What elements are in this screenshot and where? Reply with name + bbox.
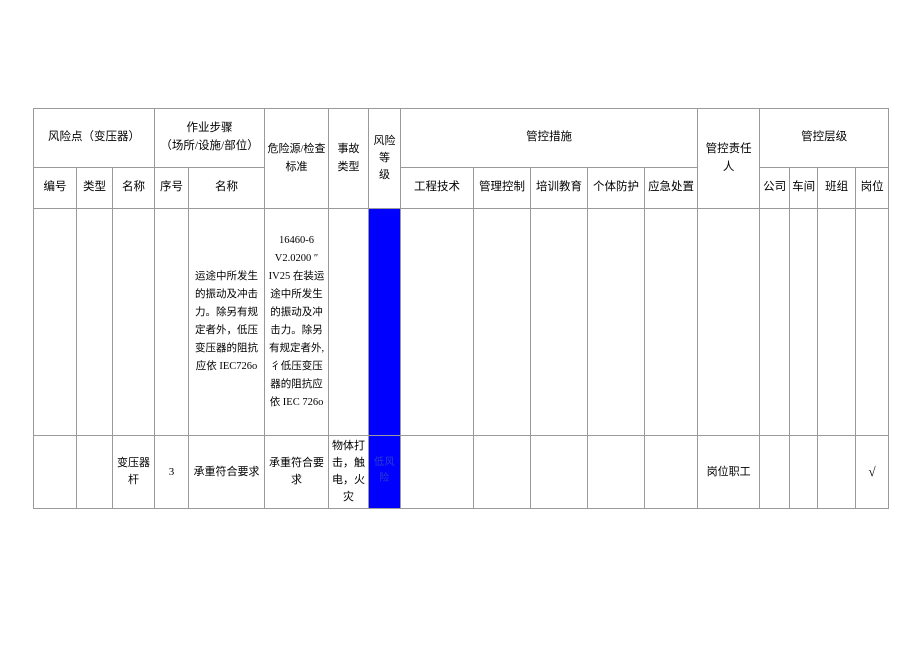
table-row[interactable]: 变压器杆 3 承重符合要求 承重符合要求 物体打击，触电，火灾 低风险 岗位职工… xyxy=(33,434,890,510)
header-risk-level-line1: 风险等 xyxy=(373,134,396,164)
subheader-type: 类型 xyxy=(76,167,113,209)
cell-post xyxy=(855,208,890,436)
cell-post: √ xyxy=(855,434,890,510)
header-accident-type-line1: 事故 xyxy=(337,143,360,156)
cell-step-name: 运途中所发生的振动及冲击力。除另有规定者外，低压变压器的阻抗 应依 IEC726… xyxy=(188,208,266,436)
header-control-person: 管控责任人 xyxy=(697,108,761,209)
table-header: 风险点（变压器） 作业步骤 （场所/设施/部位） 危险源/检查 标准 事故 类型… xyxy=(32,108,890,209)
header-work-step-line1: 作业步骤 xyxy=(186,122,233,135)
header-hazard-source-line1: 危险源/检查 xyxy=(267,143,326,156)
subheader-team: 班组 xyxy=(817,167,857,209)
header-accident-type: 事故 类型 xyxy=(328,108,370,209)
cell-accident-type xyxy=(328,208,370,436)
table-row[interactable]: 运途中所发生的振动及冲击力。除另有规定者外，低压变压器的阻抗 应依 IEC726… xyxy=(33,208,890,436)
header-control-measures: 管控措施 xyxy=(400,108,699,168)
cell-seq xyxy=(154,208,190,436)
header-risk-point: 风险点（变压器） xyxy=(32,108,156,168)
subheader-step-name: 名称 xyxy=(188,167,266,209)
risk-level-badge: 低风险 xyxy=(374,457,396,484)
cell-risk-level: 低风险 xyxy=(368,434,402,510)
header-hazard-source-line2: 标准 xyxy=(285,160,308,173)
subheader-personal-protection: 个体防护 xyxy=(587,167,646,209)
subheader-company: 公司 xyxy=(759,167,791,209)
cell-personal-protection xyxy=(587,434,646,510)
cell-name xyxy=(111,208,156,436)
subheader-engineering-tech: 工程技术 xyxy=(400,167,475,209)
cell-seq: 3 xyxy=(154,434,190,510)
cell-number xyxy=(33,208,77,436)
header-row-sub: 编号 类型 名称 序号 名称 工程技术 管理控制 培训教育 个体防护 应急处置 … xyxy=(33,167,890,209)
header-hazard-source: 危险源/检查 标准 xyxy=(264,108,330,209)
subheader-post: 岗位 xyxy=(855,167,890,209)
cell-management-control xyxy=(473,434,532,510)
risk-control-sheet: 风险点（变压器） 作业步骤 （场所/设施/部位） 危险源/检查 标准 事故 类型… xyxy=(32,108,890,510)
header-risk-level: 风险等 级 xyxy=(368,108,402,209)
subheader-seq: 序号 xyxy=(154,167,190,209)
cell-company xyxy=(759,434,791,510)
header-accident-type-line2: 类型 xyxy=(337,160,360,173)
cell-step-name-text: 运途中所发生的振动及冲击力。除另有规定者外，低压变压器的阻抗 应依 IEC726… xyxy=(195,270,259,373)
cell-type xyxy=(76,434,113,510)
cell-management-control xyxy=(473,208,532,436)
cell-team xyxy=(817,208,857,436)
cell-name: 变压器杆 xyxy=(111,434,156,510)
subheader-training-education: 培训教育 xyxy=(530,167,589,209)
cell-hazard-source: 16460-6 V2.0200 ″ IV25 在装运途中所发生的振动及冲击力。除… xyxy=(264,208,330,436)
subheader-management-control: 管理控制 xyxy=(473,167,532,209)
cell-workshop xyxy=(789,434,819,510)
subheader-number: 编号 xyxy=(33,167,77,209)
table-body: 运途中所发生的振动及冲击力。除另有规定者外，低压变压器的阻抗 应依 IEC726… xyxy=(33,208,890,510)
header-row-top: 风险点（变压器） 作业步骤 （场所/设施/部位） 危险源/检查 标准 事故 类型… xyxy=(32,108,890,209)
cell-team xyxy=(817,434,857,510)
subheader-name: 名称 xyxy=(111,167,156,209)
cell-emergency-response xyxy=(644,208,699,436)
cell-personal-protection xyxy=(587,208,646,436)
cell-type xyxy=(76,208,113,436)
header-work-step-line2: （场所/设施/部位） xyxy=(160,140,259,152)
subheader-workshop: 车间 xyxy=(789,167,819,209)
cell-control-person xyxy=(697,208,761,436)
cell-workshop xyxy=(789,208,819,436)
cell-engineering-tech xyxy=(400,434,475,510)
subheader-emergency-response: 应急处置 xyxy=(644,167,699,209)
cell-hazard-source-text: 16460-6 V2.0200 ″ IV25 在装运途中所发生的振动及冲击力。除… xyxy=(268,234,325,409)
cell-engineering-tech xyxy=(400,208,475,436)
cell-risk-level xyxy=(368,208,402,436)
header-work-step: 作业步骤 （场所/设施/部位） xyxy=(154,108,266,168)
risk-control-table: 风险点（变压器） 作业步骤 （场所/设施/部位） 危险源/检查 标准 事故 类型… xyxy=(32,108,890,510)
cell-number xyxy=(33,434,77,510)
cell-accident-type: 物体打击，触电，火灾 xyxy=(328,434,370,510)
cell-step-name: 承重符合要求 xyxy=(188,434,266,510)
cell-company xyxy=(759,208,791,436)
cell-control-person: 岗位职工 xyxy=(697,434,761,510)
header-risk-level-line2: 级 xyxy=(379,169,391,182)
cell-training-education xyxy=(530,434,589,510)
cell-hazard-source: 承重符合要求 xyxy=(264,434,330,510)
cell-training-education xyxy=(530,208,589,436)
header-control-level: 管控层级 xyxy=(759,108,890,168)
cell-emergency-response xyxy=(644,434,699,510)
